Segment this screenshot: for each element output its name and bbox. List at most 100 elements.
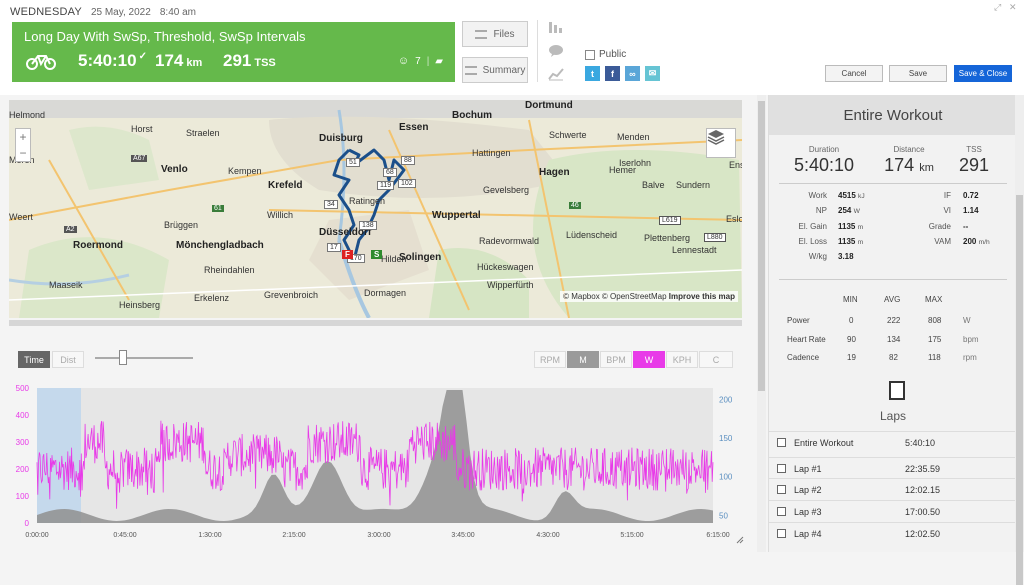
table-cell: 0 bbox=[849, 316, 854, 325]
lap-checkbox[interactable] bbox=[777, 529, 786, 538]
dist-toggle[interactable]: Dist bbox=[52, 351, 84, 368]
route-marker[interactable]: 102 bbox=[398, 179, 416, 188]
road-label: L880 bbox=[704, 233, 726, 242]
route-marker[interactable]: 17 bbox=[327, 243, 341, 252]
expand-icon[interactable]: ⤢ bbox=[994, 2, 1001, 13]
close-icon[interactable]: ✕ bbox=[1009, 2, 1017, 13]
channel-rpm[interactable]: RPM bbox=[534, 351, 566, 368]
lap-row[interactable]: Lap #2 12:02.15 bbox=[769, 478, 1017, 499]
bar-chart-icon[interactable] bbox=[548, 20, 564, 34]
lap-checkbox[interactable] bbox=[777, 438, 786, 447]
files-button[interactable]: Files bbox=[462, 21, 528, 47]
table-cell: 118 bbox=[928, 353, 941, 362]
duration-value: 5:40:10 bbox=[793, 155, 855, 175]
scrollbar-thumb[interactable] bbox=[1016, 195, 1023, 585]
tss-unit: TSS bbox=[254, 57, 276, 69]
summary-label: Summary bbox=[482, 64, 526, 76]
route-marker[interactable]: 138 bbox=[359, 221, 377, 230]
road-label: A67 bbox=[131, 155, 148, 162]
panel-title: Entire Workout bbox=[769, 95, 1017, 135]
improve-map-link[interactable]: Improve this map bbox=[669, 292, 735, 301]
y-left-tick-label: 500 bbox=[16, 384, 30, 393]
lap-checkbox[interactable] bbox=[777, 464, 786, 473]
map-city: Hagen bbox=[539, 167, 570, 178]
metric-label: Work bbox=[808, 191, 827, 200]
channel-w[interactable]: W bbox=[633, 351, 665, 368]
resize-handle-icon[interactable] bbox=[736, 536, 744, 544]
summary-button[interactable]: Summary bbox=[462, 57, 528, 83]
map-label: Erkelenz bbox=[194, 293, 230, 303]
metric-value: -- bbox=[963, 222, 969, 231]
zoom-out-icon[interactable]: − bbox=[16, 145, 30, 161]
workout-title[interactable]: Long Day With SwSp, Threshold, SwSp Inte… bbox=[24, 29, 306, 44]
x-tick-label: 4:30:00 bbox=[536, 532, 559, 539]
x-tick-label: 3:45:00 bbox=[451, 532, 474, 539]
panel-scrollbar[interactable] bbox=[1015, 95, 1024, 585]
lap-row[interactable]: Lap #4 12:02.50 bbox=[769, 522, 1017, 543]
route-marker[interactable]: 88 bbox=[401, 156, 415, 165]
map-label: Ens bbox=[729, 160, 742, 170]
public-toggle[interactable]: Public bbox=[585, 49, 626, 60]
lap-checkbox[interactable] bbox=[777, 507, 786, 516]
workout-chart[interactable]: 0 100 200 300 400 500 50 100 150 200 0:00:00 0:45:0… bbox=[0, 378, 750, 552]
finish-marker[interactable]: F bbox=[342, 250, 353, 259]
channel-m[interactable]: M bbox=[567, 351, 599, 368]
save-close-button[interactable]: Save & Close bbox=[954, 65, 1012, 82]
workout-summary-card[interactable]: Long Day With SwSp, Threshold, SwSp Inte… bbox=[12, 22, 455, 82]
map-city: Wuppertal bbox=[432, 210, 481, 221]
metric-unit: m bbox=[857, 239, 864, 246]
lap-row[interactable]: Lap #3 17:00.50 bbox=[769, 500, 1017, 521]
time-toggle[interactable]: Time bbox=[18, 351, 50, 368]
public-checkbox[interactable] bbox=[585, 49, 595, 60]
smiley-icon[interactable]: ☺ bbox=[398, 55, 409, 67]
start-marker[interactable]: S bbox=[371, 250, 383, 259]
zoom-in-icon[interactable]: + bbox=[16, 129, 30, 145]
metric-value: 254 bbox=[838, 206, 852, 215]
email-icon[interactable]: ✉ bbox=[645, 66, 660, 81]
channel-c[interactable]: C bbox=[699, 351, 733, 368]
likes-count: 7 bbox=[415, 55, 421, 67]
table-header-avg: AVG bbox=[884, 295, 901, 304]
facebook-icon[interactable]: f bbox=[605, 66, 620, 81]
map-attribution: © Mapbox © OpenStreetMap Improve this ma… bbox=[560, 291, 738, 302]
line-chart-icon[interactable] bbox=[548, 67, 564, 81]
map-resize-bar[interactable] bbox=[9, 320, 742, 326]
table-cell: 134 bbox=[887, 335, 901, 344]
road-label: L619 bbox=[659, 216, 681, 225]
table-unit: W bbox=[963, 316, 971, 325]
layers-button[interactable] bbox=[706, 128, 736, 158]
route-map[interactable]: Helmond Horst Straelen Duisburg Essen Bo… bbox=[9, 100, 742, 318]
clipboard-icon bbox=[889, 381, 905, 400]
map-city: Krefeld bbox=[268, 180, 303, 191]
comment-icon[interactable]: ▰ bbox=[435, 56, 443, 67]
twitter-icon[interactable]: t bbox=[585, 66, 600, 81]
cancel-button[interactable]: Cancel bbox=[825, 65, 883, 82]
scrollbar-thumb[interactable] bbox=[758, 101, 765, 391]
lap-row[interactable]: Lap #1 22:35.59 bbox=[769, 457, 1017, 478]
channel-bpm[interactable]: BPM bbox=[600, 351, 632, 368]
save-button[interactable]: Save bbox=[889, 65, 947, 82]
metric-unit: W bbox=[853, 208, 860, 215]
route-marker[interactable]: 51 bbox=[346, 158, 360, 167]
route-marker[interactable]: 119 bbox=[377, 181, 395, 190]
mapbox-link[interactable]: © Mapbox bbox=[563, 292, 600, 301]
osm-link[interactable]: © OpenStreetMap bbox=[602, 292, 667, 301]
y-right-tick-label: 100 bbox=[719, 473, 733, 482]
zoom-slider[interactable] bbox=[95, 350, 193, 365]
lap-row[interactable]: Entire Workout 5:40:10 bbox=[769, 431, 1017, 452]
slider-handle[interactable] bbox=[119, 350, 127, 365]
route-marker[interactable]: 68 bbox=[383, 168, 397, 177]
metric-value: 1135 bbox=[838, 237, 856, 246]
link-icon[interactable]: ∞ bbox=[625, 66, 640, 81]
lap-name: Lap #2 bbox=[794, 485, 822, 495]
metric-label: NP bbox=[815, 206, 827, 215]
y-right-tick-label: 50 bbox=[719, 511, 728, 520]
channel-kph[interactable]: KPH bbox=[666, 351, 698, 368]
chart-scrollbar[interactable] bbox=[757, 95, 766, 552]
map-label: Grevenbroich bbox=[264, 290, 319, 300]
lap-checkbox[interactable] bbox=[777, 485, 786, 494]
y-left-tick-label: 400 bbox=[16, 411, 30, 420]
route-marker[interactable]: 34 bbox=[324, 200, 338, 209]
comment-bubble-icon[interactable] bbox=[548, 44, 564, 58]
zoom-control[interactable]: + − bbox=[15, 128, 31, 162]
